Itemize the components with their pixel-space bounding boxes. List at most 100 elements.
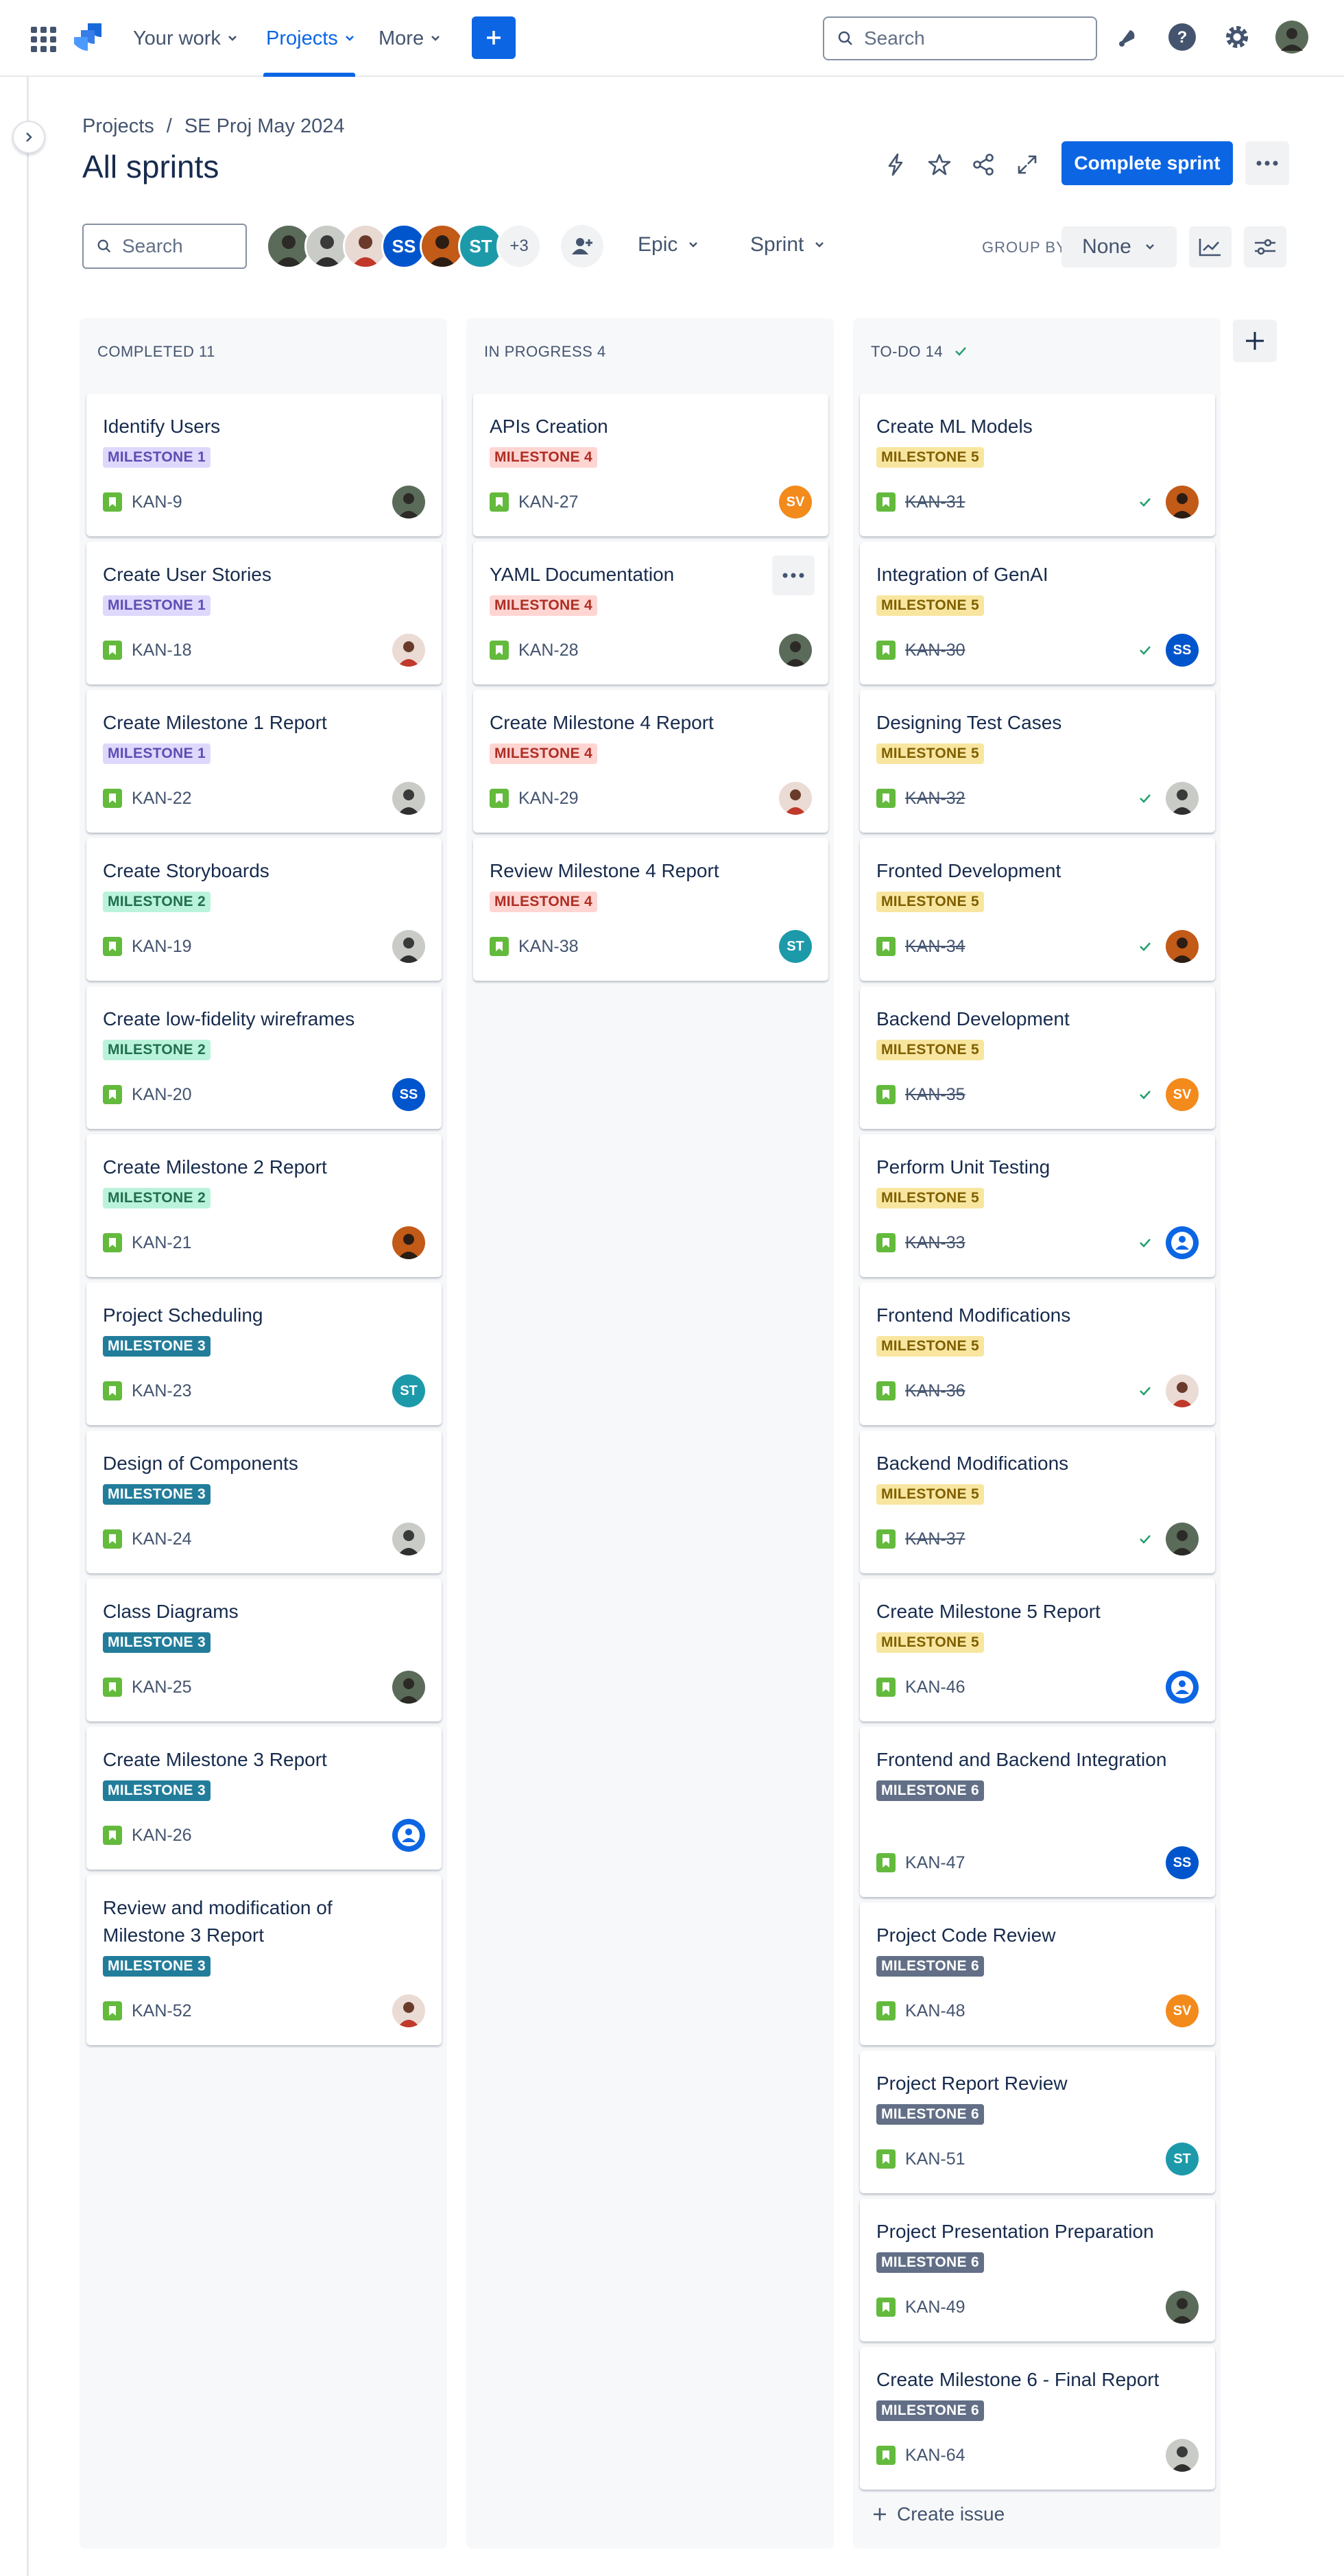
settings-gear-icon[interactable] [1221, 21, 1253, 53]
nav-your-work[interactable]: Your work [133, 26, 239, 51]
issue-card[interactable]: Review Milestone 4 Report MILESTONE 4 KAN-… [473, 838, 828, 981]
assignee-avatar[interactable] [779, 782, 812, 815]
issue-card[interactable]: Perform Unit Testing MILESTONE 5 KAN-33 [860, 1134, 1215, 1277]
breadcrumb-projects[interactable]: Projects [82, 115, 154, 138]
assignee-avatar[interactable] [392, 486, 425, 518]
issue-card[interactable]: Create Milestone 6 - Final Report MILESTO… [860, 2347, 1215, 2490]
issue-card[interactable]: Class Diagrams MILESTONE 3 KAN-25 [86, 1579, 442, 1721]
issue-key[interactable]: KAN-22 [132, 789, 192, 809]
issue-card[interactable]: Backend Modifications MILESTONE 5 KAN-37 [860, 1431, 1215, 1573]
issue-card[interactable]: Project Presentation Preparation MILESTON… [860, 2199, 1215, 2341]
assignee-avatar[interactable]: SV [1166, 1994, 1199, 2027]
issue-key[interactable]: KAN-29 [518, 789, 579, 809]
star-icon[interactable] [923, 148, 956, 181]
nav-more[interactable]: More [379, 26, 442, 51]
assignee-avatar[interactable]: SS [392, 1078, 425, 1111]
view-settings-button[interactable] [1244, 226, 1286, 267]
assignee-avatar[interactable]: ST [779, 930, 812, 963]
issue-key[interactable]: KAN-32 [905, 789, 965, 809]
assignee-avatar[interactable] [1166, 2439, 1199, 2472]
assignee-avatar[interactable] [1166, 782, 1199, 815]
add-column-button[interactable] [1233, 320, 1277, 362]
complete-sprint-button[interactable]: Complete sprint [1061, 141, 1233, 185]
assignee-avatar[interactable] [1166, 1226, 1199, 1259]
assignee-avatar[interactable]: ST [392, 1374, 425, 1407]
issue-key[interactable]: KAN-46 [905, 1678, 965, 1697]
assignee-avatar[interactable] [392, 782, 425, 815]
issue-key[interactable]: KAN-19 [132, 937, 192, 957]
group-by-dropdown[interactable]: None [1061, 226, 1177, 267]
help-icon[interactable]: ? [1166, 21, 1199, 53]
assignee-avatar[interactable]: SV [779, 486, 812, 518]
issue-key[interactable]: KAN-36 [905, 1381, 965, 1401]
more-actions-button[interactable] [1245, 141, 1289, 185]
issue-card[interactable]: Create Milestone 4 Report MILESTONE 4 KAN-… [473, 690, 828, 833]
issue-card[interactable]: Create User Stories MILESTONE 1 KAN-18 [86, 542, 442, 684]
issue-card[interactable]: Design of Components MILESTONE 3 KAN-24 [86, 1431, 442, 1573]
issue-key[interactable]: KAN-34 [905, 937, 965, 957]
assignee-avatar[interactable]: SS [1166, 634, 1199, 667]
issue-card[interactable]: Project Scheduling MILESTONE 3 KAN-23 ST [86, 1283, 442, 1425]
assignee-avatar[interactable] [392, 1819, 425, 1852]
assignee-avatar[interactable] [1166, 1374, 1199, 1407]
issue-card[interactable]: APIs Creation MILESTONE 4 KAN-27 SV [473, 394, 828, 536]
card-more-actions-button[interactable] [772, 556, 815, 595]
assignee-avatar[interactable] [392, 1226, 425, 1259]
assignee-avatar[interactable] [392, 1671, 425, 1704]
assignee-avatar[interactable]: SS [1166, 1846, 1199, 1879]
issue-card[interactable]: Identify Users MILESTONE 1 KAN-9 [86, 394, 442, 536]
issue-key[interactable]: KAN-47 [905, 1853, 965, 1873]
issue-key[interactable]: KAN-24 [132, 1529, 192, 1549]
epic-filter-dropdown[interactable]: Epic [638, 233, 699, 257]
issue-card[interactable]: Frontend Modifications MILESTONE 5 KAN-36 [860, 1283, 1215, 1425]
assignee-avatar[interactable] [392, 1994, 425, 2027]
issue-key[interactable]: KAN-64 [905, 2446, 965, 2466]
assignee-avatar[interactable]: ST [1166, 2143, 1199, 2175]
issue-card[interactable]: Backend Development MILESTONE 5 KAN-35 SV [860, 986, 1215, 1129]
issue-key[interactable]: KAN-33 [905, 1233, 965, 1253]
issue-key[interactable]: KAN-18 [132, 641, 192, 660]
nav-projects[interactable]: Projects [266, 26, 356, 51]
issue-card[interactable]: Integration of GenAI MILESTONE 5 KAN-30 SS [860, 542, 1215, 684]
issue-card[interactable]: Create Milestone 1 Report MILESTONE 1 KAN-… [86, 690, 442, 833]
issue-card[interactable]: Create Milestone 5 Report MILESTONE 5 KAN-… [860, 1579, 1215, 1721]
assignee-avatar[interactable] [1166, 486, 1199, 518]
issue-key[interactable]: KAN-35 [905, 1085, 965, 1105]
issue-key[interactable]: KAN-38 [518, 937, 579, 957]
board-search-input[interactable]: Search [82, 224, 247, 269]
issue-card[interactable]: Create Storyboards MILESTONE 2 KAN-19 [86, 838, 442, 981]
issue-card[interactable]: Review and modification of Milestone 3 R… [86, 1875, 442, 2045]
issue-card[interactable]: Create Milestone 3 Report MILESTONE 3 KAN-… [86, 1727, 442, 1870]
issue-key[interactable]: KAN-37 [905, 1529, 965, 1549]
more-people-button[interactable]: +3 [496, 224, 542, 269]
issue-key[interactable]: KAN-30 [905, 641, 965, 660]
issue-key[interactable]: KAN-26 [132, 1826, 192, 1846]
issue-key[interactable]: KAN-31 [905, 492, 965, 512]
issue-card[interactable]: Frontend and Backend Integration MILESTON… [860, 1727, 1215, 1897]
issue-key[interactable]: KAN-52 [132, 2001, 192, 2021]
issue-card[interactable]: Create Milestone 2 Report MILESTONE 2 KAN-… [86, 1134, 442, 1277]
notifications-icon[interactable] [1111, 21, 1144, 53]
global-search-input[interactable]: Search [823, 16, 1097, 60]
issue-key[interactable]: KAN-51 [905, 2149, 965, 2169]
assignee-avatar[interactable] [392, 930, 425, 963]
assignee-avatar[interactable] [392, 634, 425, 667]
assignee-avatar[interactable] [1166, 930, 1199, 963]
issue-card[interactable]: Project Code Review MILESTONE 6 KAN-48 SV [860, 1903, 1215, 2045]
issue-card[interactable]: Fronted Development MILESTONE 5 KAN-34 [860, 838, 1215, 981]
add-people-button[interactable] [561, 225, 603, 267]
issue-key[interactable]: KAN-20 [132, 1085, 192, 1105]
insights-button[interactable] [1189, 226, 1232, 267]
issue-key[interactable]: KAN-21 [132, 1233, 192, 1253]
share-icon[interactable] [967, 148, 1000, 181]
issue-key[interactable]: KAN-27 [518, 492, 579, 512]
jira-logo[interactable] [71, 21, 106, 55]
issue-key[interactable]: KAN-48 [905, 2001, 965, 2021]
automation-lightning-icon[interactable] [879, 148, 912, 181]
assignee-avatar[interactable] [779, 634, 812, 667]
assignee-avatar[interactable]: SV [1166, 1078, 1199, 1111]
app-switcher-icon[interactable] [27, 23, 58, 53]
expand-sidebar-button[interactable] [12, 121, 45, 154]
issue-card[interactable]: Designing Test Cases MILESTONE 5 KAN-32 [860, 690, 1215, 833]
assignee-avatar[interactable] [1166, 1671, 1199, 1704]
